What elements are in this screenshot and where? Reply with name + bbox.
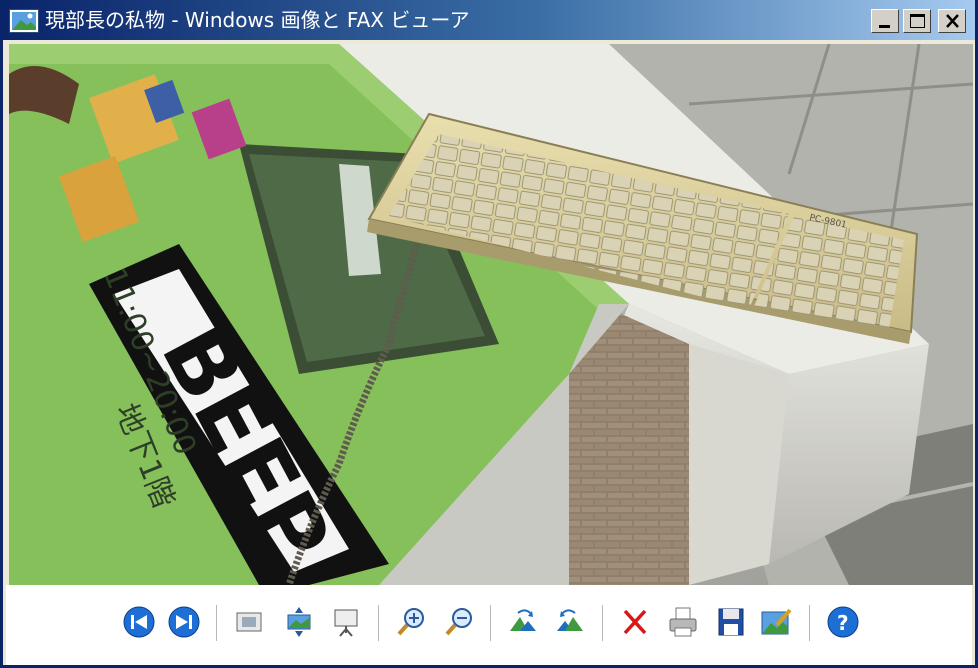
slideshow-icon — [334, 609, 358, 637]
toolbar-separator — [809, 605, 810, 641]
zoom-out-icon — [445, 608, 472, 636]
next-arrow-icon — [168, 606, 200, 638]
toolbar-separator — [490, 605, 491, 641]
title-bar[interactable]: 現部長の私物 - Windows 画像と FAX ビューア — [3, 0, 975, 40]
edit-button[interactable] — [759, 605, 793, 639]
toolbar-separator — [602, 605, 603, 641]
best-fit-button[interactable] — [232, 605, 266, 639]
rotate-clockwise-button[interactable] — [506, 605, 540, 639]
printer-icon — [669, 607, 697, 637]
rotate-counterclockwise-icon — [557, 609, 583, 631]
image-display-area[interactable]: BEEP 11:00~20:00 地下1階 PC-9801 — [9, 44, 973, 585]
viewer-toolbar: ? — [6, 585, 972, 665]
help-icon: ? — [827, 606, 859, 638]
rotate-counterclockwise-button[interactable] — [553, 605, 587, 639]
minimize-button[interactable] — [871, 9, 899, 33]
svg-text:?: ? — [837, 611, 849, 635]
image-viewer-app-icon — [9, 9, 39, 33]
delete-icon — [623, 609, 647, 635]
slideshow-button[interactable] — [329, 605, 363, 639]
window-title: 現部長の私物 - Windows 画像と FAX ビューア — [45, 8, 470, 32]
delete-button[interactable] — [618, 605, 652, 639]
rotate-clockwise-icon — [510, 609, 536, 631]
zoom-out-button[interactable] — [442, 605, 476, 639]
save-button[interactable] — [714, 605, 748, 639]
maximize-icon — [910, 14, 925, 28]
help-button[interactable]: ? — [826, 605, 860, 639]
previous-image-button[interactable] — [122, 605, 156, 639]
previous-arrow-icon — [123, 606, 155, 638]
close-button[interactable] — [938, 9, 966, 33]
minimize-icon — [879, 25, 890, 28]
toolbar-separator — [216, 605, 217, 641]
save-floppy-icon — [718, 608, 744, 636]
image-viewer-window: 現部長の私物 - Windows 画像と FAX ビューア BEEP 11:00… — [0, 0, 978, 668]
next-image-button[interactable] — [167, 605, 201, 639]
zoom-in-icon — [397, 608, 424, 636]
actual-size-button[interactable] — [282, 605, 316, 639]
zoom-in-button[interactable] — [394, 605, 428, 639]
displayed-photo: BEEP 11:00~20:00 地下1階 PC-9801 — [9, 44, 973, 585]
print-button[interactable] — [666, 605, 700, 639]
toolbar-separator — [378, 605, 379, 641]
edit-image-icon — [761, 608, 792, 635]
actual-size-icon — [287, 607, 311, 637]
best-fit-icon — [236, 612, 262, 632]
close-icon — [946, 14, 959, 28]
maximize-button[interactable] — [903, 9, 931, 33]
